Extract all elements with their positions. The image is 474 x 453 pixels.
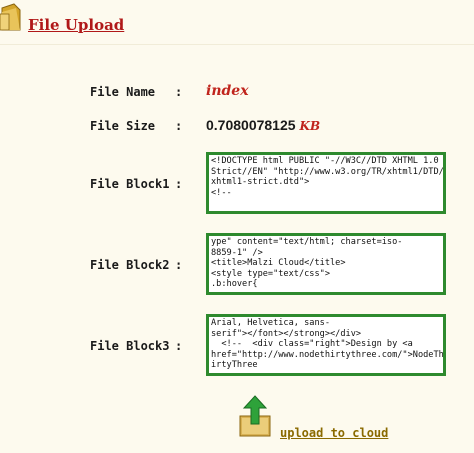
header-divider <box>0 44 474 45</box>
header: File Upload <box>0 0 474 44</box>
page-title: File Upload <box>28 16 125 34</box>
file-block3-label: File Block3 <box>90 339 170 353</box>
file-block1-box: <!DOCTYPE html PUBLIC "-//W3C//DTD XHTML… <box>206 152 446 214</box>
file-block2-textarea[interactable]: ype" content="text/html; charset=iso- 88… <box>209 236 443 292</box>
file-block2-label: File Block2 <box>90 258 170 272</box>
upload-to-cloud-link[interactable]: upload to cloud <box>280 426 388 440</box>
file-name-colon: : <box>175 85 183 99</box>
file-block1-textarea[interactable]: <!DOCTYPE html PUBLIC "-//W3C//DTD XHTML… <box>209 155 443 211</box>
file-size-number: 0.7080078125 <box>206 117 296 133</box>
file-name-label: File Name <box>90 85 156 99</box>
file-block2-colon: : <box>175 258 183 272</box>
file-block2-box: ype" content="text/html; charset=iso- 88… <box>206 233 446 295</box>
file-block3-box: Arial, Helvetica, sans- serif"></font></… <box>206 314 446 376</box>
file-block1-label: File Block1 <box>90 177 170 191</box>
folder-icon <box>0 3 21 31</box>
file-size-value: 0.7080078125 KB <box>206 117 320 133</box>
upload-arrow-icon[interactable] <box>238 394 272 438</box>
file-size-unit: KB <box>299 119 321 133</box>
file-name-value: index <box>206 83 249 99</box>
file-block1-colon: : <box>175 177 183 191</box>
file-block3-colon: : <box>175 339 183 353</box>
file-size-colon: : <box>175 119 183 133</box>
file-block3-textarea[interactable]: Arial, Helvetica, sans- serif"></font></… <box>209 317 443 373</box>
file-size-label: File Size <box>90 119 156 133</box>
